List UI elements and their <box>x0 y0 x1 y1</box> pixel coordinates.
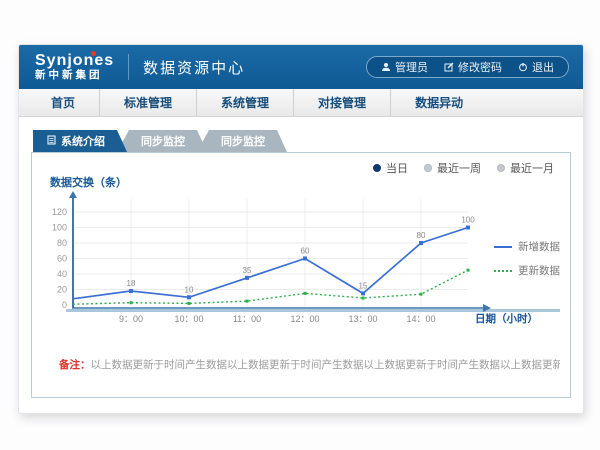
x-axis-arrow <box>483 304 491 312</box>
data-point <box>303 257 307 261</box>
nav-item[interactable]: 首页 <box>27 89 100 116</box>
user-bar-user[interactable]: 管理员 <box>381 59 428 75</box>
content-area: 系统介绍 同步监控 同步监控 当日 最近一周 最近一月 0 20 40 60 80 100 120 9… <box>19 117 583 414</box>
data-point-label: 35 <box>243 266 252 275</box>
data-point <box>188 302 191 305</box>
time-filter-option[interactable]: 最近一月 <box>497 160 554 176</box>
logo-text: Synjones <box>35 53 114 70</box>
data-point <box>245 276 249 280</box>
user-bar-label: 修改密码 <box>458 59 502 75</box>
x-tick-label: 12：00 <box>290 314 319 324</box>
radio-label: 当日 <box>386 160 408 176</box>
document-icon <box>47 135 56 148</box>
x-axis-title: 日期（小时） <box>475 312 538 325</box>
chart-panel: 当日 最近一周 最近一月 0 20 40 60 80 100 120 9：00 10：00 11：00… <box>31 152 571 398</box>
legend-swatch <box>494 270 512 272</box>
app-header: Synjones 新中新集团 数据资源中心 管理员 修改密码 退出 <box>19 45 583 89</box>
radio-icon <box>373 164 381 172</box>
y-tick-label: 120 <box>52 207 67 217</box>
nav-item[interactable]: 数据异动 <box>391 89 487 116</box>
tab-label: 同步监控 <box>221 133 265 149</box>
radio-label: 最近一月 <box>510 160 554 176</box>
time-filter-group: 当日 最近一周 最近一月 <box>373 160 554 176</box>
radio-icon <box>497 164 505 172</box>
legend-label: 更新数据 <box>518 263 560 278</box>
x-tick-label: 11：00 <box>233 314 261 324</box>
footnote: 备注：以上数据更新于时间产生数据以上数据更新于时间产生数据以上数据更新于时间产生… <box>59 357 560 372</box>
y-tick-label: 80 <box>57 238 67 248</box>
y-axis-title: 数据交换（条） <box>50 175 127 189</box>
footnote-prefix: 备注： <box>59 359 91 371</box>
legend-swatch <box>494 246 512 248</box>
app-window: Synjones 新中新集团 数据资源中心 管理员修改密码退出 首页标准管理系统… <box>18 44 584 414</box>
data-point-label: 15 <box>359 281 368 290</box>
time-filter-option[interactable]: 最近一周 <box>424 160 481 176</box>
data-point <box>129 289 133 293</box>
x-tick-label: 14：00 <box>406 314 435 324</box>
data-point-label: 10 <box>185 285 194 294</box>
page-title: 数据资源中心 <box>143 57 245 78</box>
data-point <box>466 226 470 230</box>
synjones-logo: Synjones 新中新集团 <box>35 53 114 81</box>
nav-item[interactable]: 标准管理 <box>100 89 197 116</box>
user-bar-label: 管理员 <box>395 59 428 75</box>
nav-item[interactable]: 系统管理 <box>197 89 294 116</box>
edit-icon <box>444 62 454 72</box>
y-tick-label: 100 <box>52 223 67 233</box>
nav-item[interactable]: 对接管理 <box>294 89 391 116</box>
tab-label: 系统介绍 <box>61 133 105 149</box>
data-point <box>187 295 191 299</box>
header-divider <box>128 54 129 80</box>
data-point <box>246 300 249 303</box>
user-bar-power[interactable]: 退出 <box>518 59 554 75</box>
data-point-label: 100 <box>461 216 475 225</box>
tab-label: 同步监控 <box>141 133 185 149</box>
user-bar-edit[interactable]: 修改密码 <box>444 59 502 75</box>
data-point <box>304 292 307 295</box>
data-point <box>419 241 423 245</box>
legend-item[interactable]: 更新数据 <box>494 263 566 278</box>
power-icon <box>518 62 528 72</box>
y-tick-label: 60 <box>57 254 67 264</box>
data-point <box>361 291 365 295</box>
main-nav: 首页标准管理系统管理对接管理数据异动 <box>19 89 583 117</box>
data-point-label: 18 <box>127 279 136 288</box>
data-point-label: 60 <box>301 247 310 256</box>
radio-icon <box>424 164 432 172</box>
tab-2[interactable]: 同步监控 <box>117 130 207 152</box>
tab-3[interactable]: 同步监控 <box>197 130 287 152</box>
data-exchange-chart: 0 20 40 60 80 100 120 9：00 10：00 11：00 12：00 13：00 1… <box>38 175 558 327</box>
x-tick-label: 10：00 <box>174 314 203 324</box>
legend-item[interactable]: 新增数据 <box>494 239 566 254</box>
data-point <box>130 301 133 304</box>
series-line <box>73 228 468 299</box>
legend-label: 新增数据 <box>518 239 560 254</box>
data-point <box>362 297 365 300</box>
y-tick-label: 0 <box>62 300 67 310</box>
y-tick-label: 40 <box>57 269 67 279</box>
data-point <box>467 269 470 272</box>
data-point-label: 80 <box>417 231 426 240</box>
user-icon <box>381 62 391 72</box>
time-filter-option[interactable]: 当日 <box>373 160 408 176</box>
y-axis-arrow <box>69 191 77 198</box>
user-bar-label: 退出 <box>532 59 554 75</box>
x-tick-label: 13：00 <box>348 314 377 324</box>
tab-1[interactable]: 系统介绍 <box>33 130 127 152</box>
chart-legend: 新增数据更新数据 <box>494 239 566 278</box>
tab-bar: 系统介绍 同步监控 同步监控 <box>33 117 571 152</box>
y-tick-label: 20 <box>57 285 67 295</box>
user-bar: 管理员 修改密码 退出 <box>366 56 569 78</box>
data-point <box>420 293 423 296</box>
footnote-text: 以上数据更新于时间产生数据以上数据更新于时间产生数据以上数据更新于时间产生数据以… <box>91 359 561 371</box>
logo-subtitle: 新中新集团 <box>35 70 114 81</box>
x-tick-label: 9：00 <box>119 314 143 324</box>
radio-label: 最近一周 <box>437 160 481 176</box>
